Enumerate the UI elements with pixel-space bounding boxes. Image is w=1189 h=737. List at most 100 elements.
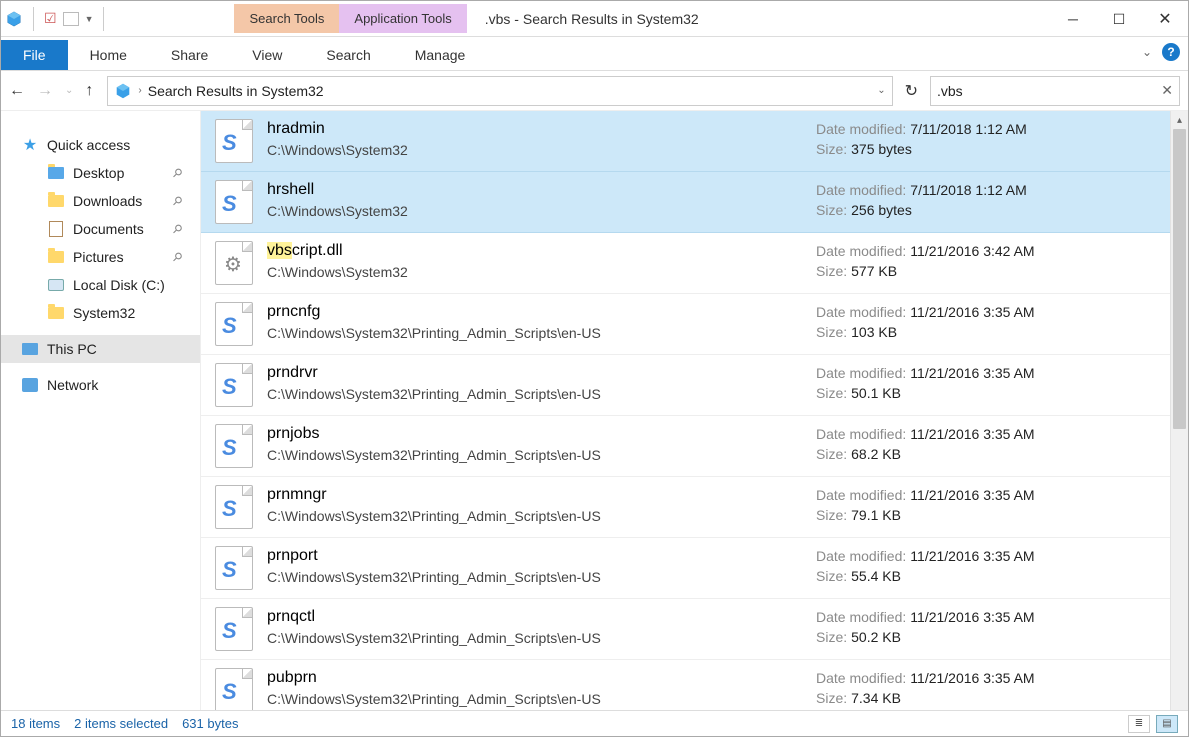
sidebar-quick-access[interactable]: ★ Quick access — [1, 131, 200, 159]
up-button[interactable]: ↑ — [85, 82, 93, 100]
address-history-icon[interactable]: ⌄ — [877, 85, 885, 96]
search-box[interactable]: .vbs ✕ — [930, 76, 1180, 106]
address-chevron-icon[interactable]: › — [138, 85, 141, 96]
date-modified-value: 11/21/2016 3:35 AM — [910, 607, 1034, 627]
file-name: pubprn — [267, 668, 802, 688]
size-value: 79.1 KB — [851, 505, 901, 525]
file-name: prnqctl — [267, 607, 802, 627]
date-modified-label: Date modified: — [816, 180, 906, 200]
status-bar: 18 items 2 items selected 631 bytes ≣ ▤ — [1, 710, 1188, 736]
status-selected-count: 2 items selected — [74, 716, 168, 731]
sidebar-item-label: Local Disk (C:) — [73, 277, 165, 293]
quick-access-toolbar: ☑ ▼ — [5, 7, 108, 31]
result-name-column: vbscript.dllC:\Windows\System32 — [267, 241, 802, 281]
date-modified-value: 11/21/2016 3:35 AM — [910, 485, 1034, 505]
result-row[interactable]: pubprnC:\Windows\System32\Printing_Admin… — [201, 660, 1170, 710]
qat-dropdown-icon[interactable]: ▼ — [85, 14, 94, 24]
file-path: C:\Windows\System32 — [267, 141, 802, 159]
properties-icon[interactable]: ☑ — [44, 10, 57, 27]
details-view-button[interactable]: ≣ — [1128, 715, 1150, 733]
ribbon-collapse-icon[interactable]: ⌄ — [1142, 45, 1152, 59]
result-row[interactable]: prncnfgC:\Windows\System32\Printing_Admi… — [201, 294, 1170, 355]
refresh-button[interactable]: ↻ — [905, 81, 918, 101]
date-modified-label: Date modified: — [816, 241, 906, 261]
minimize-button[interactable]: ─ — [1050, 1, 1096, 37]
file-name: prncnfg — [267, 302, 802, 322]
result-row[interactable]: hradminC:\Windows\System32Date modified:… — [201, 111, 1170, 172]
result-row[interactable]: hrshellC:\Windows\System32Date modified:… — [201, 172, 1170, 233]
sidebar-downloads[interactable]: Downloads ⚲ — [1, 187, 200, 215]
date-modified-label: Date modified: — [816, 424, 906, 444]
result-meta-column: Date modified:11/21/2016 3:35 AMSize:103… — [816, 302, 1156, 342]
date-modified-label: Date modified: — [816, 363, 906, 383]
result-name-column: hradmin C:\Windows\System32 — [267, 119, 802, 159]
results-list[interactable]: hradmin C:\Windows\System32 Date modified:… — [201, 111, 1170, 710]
sidebar-network[interactable]: Network — [1, 371, 200, 399]
tab-share[interactable]: Share — [149, 40, 230, 70]
date-modified-value: 11/21/2016 3:35 AM — [910, 668, 1034, 688]
result-meta-column: Date modified:11/21/2016 3:35 AMSize:55.… — [816, 546, 1156, 586]
size-value: 50.1 KB — [851, 383, 901, 403]
sidebar-this-pc[interactable]: This PC — [1, 335, 200, 363]
window-controls: ─ ☐ ✕ — [1050, 1, 1188, 37]
tab-file[interactable]: File — [1, 40, 68, 70]
navigation-pane: ★ Quick access Desktop ⚲ Downloads ⚲ Doc… — [1, 111, 201, 710]
content-view-button[interactable]: ▤ — [1156, 715, 1178, 733]
date-modified-value: 11/21/2016 3:35 AM — [910, 302, 1034, 322]
size-value: 375 bytes — [851, 139, 912, 159]
new-folder-icon[interactable] — [63, 12, 79, 26]
date-modified-value: 11/21/2016 3:42 AM — [910, 241, 1034, 261]
result-row[interactable]: prnportC:\Windows\System32\Printing_Admi… — [201, 538, 1170, 599]
result-row[interactable]: vbscript.dllC:\Windows\System32 Date modi… — [201, 233, 1170, 294]
recent-locations-icon[interactable]: ⌄ — [65, 85, 73, 96]
result-row[interactable]: prndrvrC:\Windows\System32\Printing_Admi… — [201, 355, 1170, 416]
sidebar-local-disk-c[interactable]: Local Disk (C:) — [1, 271, 200, 299]
sidebar-system32[interactable]: System32 — [1, 299, 200, 327]
date-modified-label: Date modified: — [816, 607, 906, 627]
tab-search-tools[interactable]: Search Tools — [234, 4, 339, 33]
search-query[interactable]: .vbs — [937, 83, 1155, 99]
folder-icon — [47, 165, 65, 181]
close-button[interactable]: ✕ — [1142, 1, 1188, 37]
date-modified-label: Date modified: — [816, 668, 906, 688]
tab-manage[interactable]: Manage — [393, 40, 488, 70]
result-row[interactable]: prnmngrC:\Windows\System32\Printing_Admi… — [201, 477, 1170, 538]
back-button[interactable]: ← — [9, 82, 25, 100]
sidebar-pictures[interactable]: Pictures ⚲ — [1, 243, 200, 271]
result-name-column: pubprnC:\Windows\System32\Printing_Admin… — [267, 668, 802, 708]
search-clear-icon[interactable]: ✕ — [1161, 82, 1173, 99]
scrollbar[interactable]: ▴ — [1170, 111, 1188, 710]
tab-application-tools[interactable]: Application Tools — [339, 4, 466, 33]
result-meta-column: Date modified:11/21/2016 3:35 AMSize:50.… — [816, 607, 1156, 647]
size-label: Size: — [816, 383, 847, 403]
sidebar-documents[interactable]: Documents ⚲ — [1, 215, 200, 243]
file-path: C:\Windows\System32\Printing_Admin_Scrip… — [267, 507, 802, 525]
address-text[interactable]: Search Results in System32 — [148, 83, 871, 99]
scroll-thumb[interactable] — [1173, 129, 1186, 429]
tab-home[interactable]: Home — [68, 40, 149, 70]
tab-view[interactable]: View — [230, 40, 304, 70]
vbs-file-icon — [215, 363, 253, 407]
result-row[interactable]: prnqctlC:\Windows\System32\Printing_Admi… — [201, 599, 1170, 660]
status-item-count: 18 items — [11, 716, 60, 731]
address-bar[interactable]: › Search Results in System32 ⌄ — [107, 76, 892, 106]
file-name: vbscript.dll — [267, 241, 802, 261]
scroll-up-icon[interactable]: ▴ — [1171, 111, 1188, 129]
vbs-file-icon — [215, 180, 253, 224]
result-row[interactable]: prnjobsC:\Windows\System32\Printing_Admi… — [201, 416, 1170, 477]
dll-file-icon — [215, 241, 253, 285]
tab-search[interactable]: Search — [304, 40, 392, 70]
maximize-button[interactable]: ☐ — [1096, 1, 1142, 37]
sidebar-desktop[interactable]: Desktop ⚲ — [1, 159, 200, 187]
result-name-column: prnjobsC:\Windows\System32\Printing_Admi… — [267, 424, 802, 464]
result-name-column: prndrvrC:\Windows\System32\Printing_Admi… — [267, 363, 802, 403]
sidebar-item-label: Downloads — [73, 193, 142, 209]
sidebar-item-label: System32 — [73, 305, 135, 321]
sidebar-item-label: This PC — [47, 341, 97, 357]
result-name-column: prnqctlC:\Windows\System32\Printing_Admi… — [267, 607, 802, 647]
help-icon[interactable]: ? — [1162, 43, 1180, 61]
vbs-file-icon — [215, 424, 253, 468]
file-name: hradmin — [267, 119, 802, 139]
vbs-file-icon — [215, 607, 253, 651]
forward-button[interactable]: → — [37, 82, 53, 100]
